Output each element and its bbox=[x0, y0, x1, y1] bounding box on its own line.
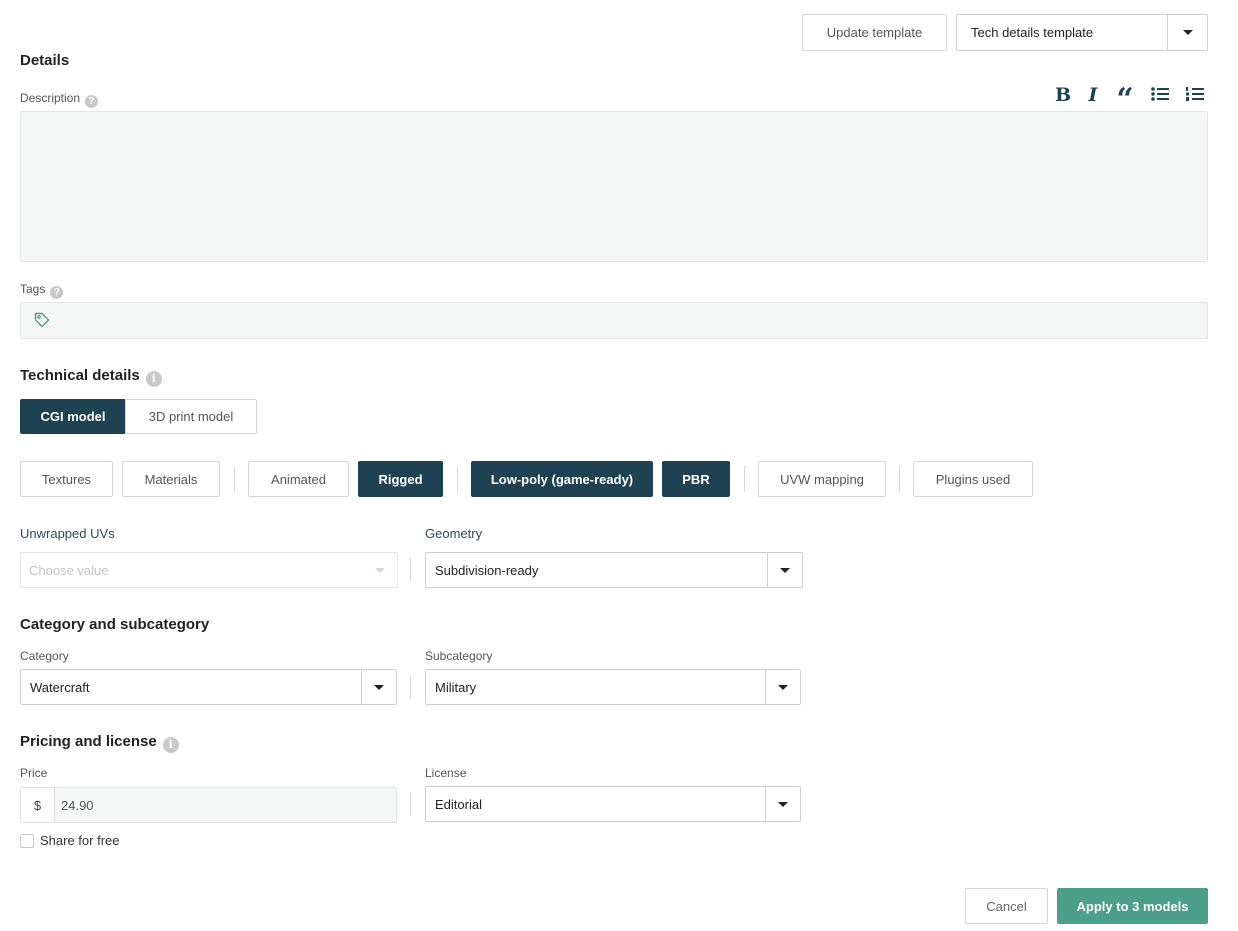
bullet-list-icon[interactable] bbox=[1150, 85, 1170, 103]
chevron-down-icon[interactable] bbox=[1167, 15, 1207, 50]
help-icon[interactable]: ? bbox=[50, 286, 64, 299]
share-for-free-checkbox[interactable] bbox=[20, 834, 34, 848]
chevron-down-icon[interactable] bbox=[362, 553, 397, 587]
materials-toggle[interactable]: Materials bbox=[122, 461, 220, 497]
animated-toggle[interactable]: Animated bbox=[248, 461, 349, 497]
tag-svg bbox=[34, 312, 50, 328]
divider bbox=[234, 466, 235, 492]
license-select[interactable]: Editorial bbox=[425, 786, 801, 822]
license-value: Editorial bbox=[435, 796, 482, 812]
price-value: 24.90 bbox=[61, 797, 94, 813]
description-textarea[interactable] bbox=[20, 111, 1208, 262]
template-select[interactable]: Tech details template bbox=[956, 14, 1208, 51]
pricing-title-text: Pricing and license bbox=[20, 733, 157, 750]
description-label: Description? bbox=[20, 91, 99, 108]
category-label: Category bbox=[20, 649, 69, 663]
price-label: Price bbox=[20, 766, 48, 780]
tag-icon bbox=[34, 312, 50, 331]
technical-details-title: Technical details i bbox=[20, 367, 162, 387]
details-title: Details bbox=[20, 52, 70, 69]
numbered-list-svg bbox=[1186, 87, 1204, 101]
unwrapped-uvs-label: Unwrapped UVs bbox=[20, 526, 115, 541]
geometry-select[interactable]: Subdivision-ready bbox=[425, 552, 803, 588]
plugins-used-toggle[interactable]: Plugins used bbox=[913, 461, 1033, 497]
price-input[interactable]: $ 24.90 bbox=[20, 787, 397, 823]
bullet-list-svg bbox=[1151, 87, 1169, 101]
geometry-label: Geometry bbox=[425, 526, 483, 541]
info-icon[interactable]: i bbox=[162, 736, 179, 753]
subcategory-select[interactable]: Military bbox=[425, 669, 801, 705]
pbr-toggle[interactable]: PBR bbox=[662, 461, 730, 497]
geometry-value: Subdivision-ready bbox=[435, 562, 539, 578]
unwrapped-uvs-select[interactable]: Choose value bbox=[20, 552, 398, 588]
divider bbox=[410, 792, 411, 816]
divider bbox=[457, 466, 458, 492]
cancel-button[interactable]: Cancel bbox=[965, 888, 1048, 924]
description-label-text: Description bbox=[20, 91, 81, 105]
category-select[interactable]: Watercraft bbox=[20, 669, 397, 705]
subcategory-value: Military bbox=[435, 679, 477, 695]
currency-prefix: $ bbox=[21, 788, 55, 822]
3d-print-model-toggle[interactable]: 3D print model bbox=[125, 399, 257, 434]
license-label: License bbox=[425, 766, 467, 780]
help-icon[interactable]: ? bbox=[85, 95, 99, 108]
technical-details-title-text: Technical details bbox=[20, 367, 140, 384]
unwrapped-uvs-placeholder: Choose value bbox=[29, 562, 109, 578]
divider bbox=[899, 466, 900, 492]
italic-icon[interactable]: I bbox=[1083, 83, 1103, 107]
numbered-list-icon[interactable] bbox=[1185, 85, 1205, 103]
chevron-down-icon[interactable] bbox=[767, 553, 802, 587]
share-for-free-label[interactable]: Share for free bbox=[40, 833, 120, 848]
divider bbox=[410, 558, 411, 582]
subcategory-label: Subcategory bbox=[425, 649, 493, 663]
cgi-model-toggle[interactable]: CGI model bbox=[20, 399, 126, 434]
quote-icon[interactable]: “ bbox=[1114, 82, 1136, 115]
category-value: Watercraft bbox=[30, 679, 90, 695]
apply-button[interactable]: Apply to 3 models bbox=[1057, 888, 1208, 924]
divider bbox=[410, 675, 411, 699]
tags-label-text: Tags bbox=[20, 282, 46, 296]
chevron-down-icon[interactable] bbox=[765, 670, 800, 704]
category-title: Category and subcategory bbox=[20, 616, 210, 633]
rigged-toggle[interactable]: Rigged bbox=[358, 461, 443, 497]
low-poly-toggle[interactable]: Low-poly (game-ready) bbox=[471, 461, 653, 497]
textures-toggle[interactable]: Textures bbox=[20, 461, 113, 497]
divider bbox=[744, 466, 745, 492]
tags-input[interactable] bbox=[20, 302, 1208, 339]
info-icon[interactable]: i bbox=[145, 370, 162, 387]
chevron-down-icon[interactable] bbox=[765, 787, 800, 821]
pricing-title: Pricing and license i bbox=[20, 733, 179, 753]
tags-label: Tags? bbox=[20, 282, 64, 299]
update-template-button[interactable]: Update template bbox=[802, 14, 947, 51]
template-select-value: Tech details template bbox=[971, 25, 1094, 40]
bold-icon[interactable]: B bbox=[1053, 83, 1073, 107]
chevron-down-icon[interactable] bbox=[361, 670, 396, 704]
uvw-mapping-toggle[interactable]: UVW mapping bbox=[758, 461, 886, 497]
